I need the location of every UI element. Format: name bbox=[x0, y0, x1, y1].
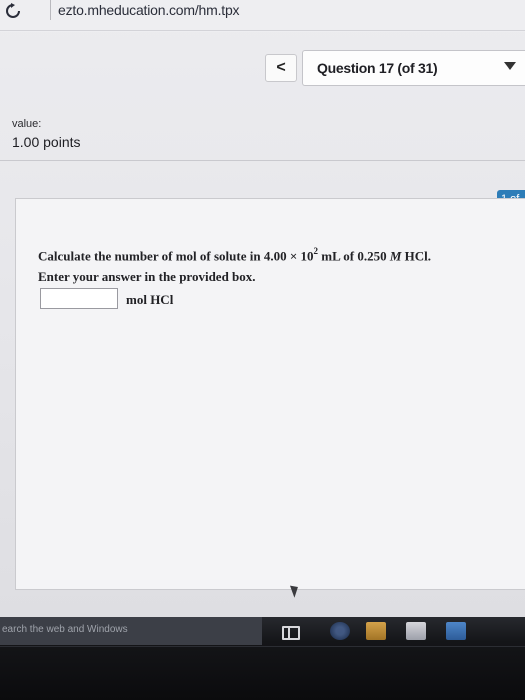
solute-name: HCl. bbox=[401, 248, 432, 264]
screen: ezto.mheducation.com/hm.tpx < Question 1… bbox=[0, 0, 525, 700]
volume-unit: mL of 0.250 bbox=[317, 248, 390, 264]
mail-icon[interactable] bbox=[446, 622, 466, 640]
windows-taskbar: earch the web and Windows bbox=[0, 617, 525, 700]
molarity-symbol: M bbox=[389, 248, 402, 264]
store-icon[interactable] bbox=[406, 622, 426, 640]
refresh-icon[interactable] bbox=[4, 2, 22, 20]
answer-input[interactable] bbox=[40, 288, 118, 309]
question-prefix: Calculate the number of mol of solute in bbox=[38, 248, 264, 264]
taskbar-search-field[interactable]: earch the web and Windows bbox=[0, 617, 262, 645]
question-counter: Question 17 (of 31) bbox=[317, 60, 438, 76]
file-explorer-icon[interactable] bbox=[366, 622, 386, 640]
volume-exponent: 2 bbox=[313, 246, 318, 256]
url-text[interactable]: ezto.mheducation.com/hm.tpx bbox=[58, 2, 240, 18]
edge-icon[interactable] bbox=[330, 622, 350, 640]
taskbar-search-placeholder: earch the web and Windows bbox=[2, 624, 128, 635]
task-view-icon[interactable] bbox=[282, 626, 300, 640]
points-value: 1.00 points bbox=[12, 134, 81, 150]
divider bbox=[0, 160, 525, 161]
question-text: Calculate the number of mol of solute in… bbox=[38, 246, 432, 264]
value-label: value: bbox=[12, 118, 42, 130]
divider bbox=[0, 646, 525, 647]
answer-unit: mol HCl bbox=[126, 292, 174, 307]
address-divider bbox=[50, 0, 51, 20]
divider bbox=[0, 30, 525, 31]
volume-mantissa: 4.00 × 10 bbox=[263, 248, 314, 264]
chevron-left-icon: < bbox=[276, 59, 286, 76]
caret-down-icon bbox=[504, 62, 516, 70]
question-selector[interactable]: Question 17 (of 31) bbox=[302, 50, 525, 86]
question-panel: Calculate the number of mol of solute in… bbox=[15, 198, 525, 590]
browser-address-bar: ezto.mheducation.com/hm.tpx bbox=[0, 0, 525, 32]
previous-question-button[interactable]: < bbox=[265, 54, 297, 82]
instruction-text: Enter your answer in the provided box. bbox=[38, 269, 256, 284]
